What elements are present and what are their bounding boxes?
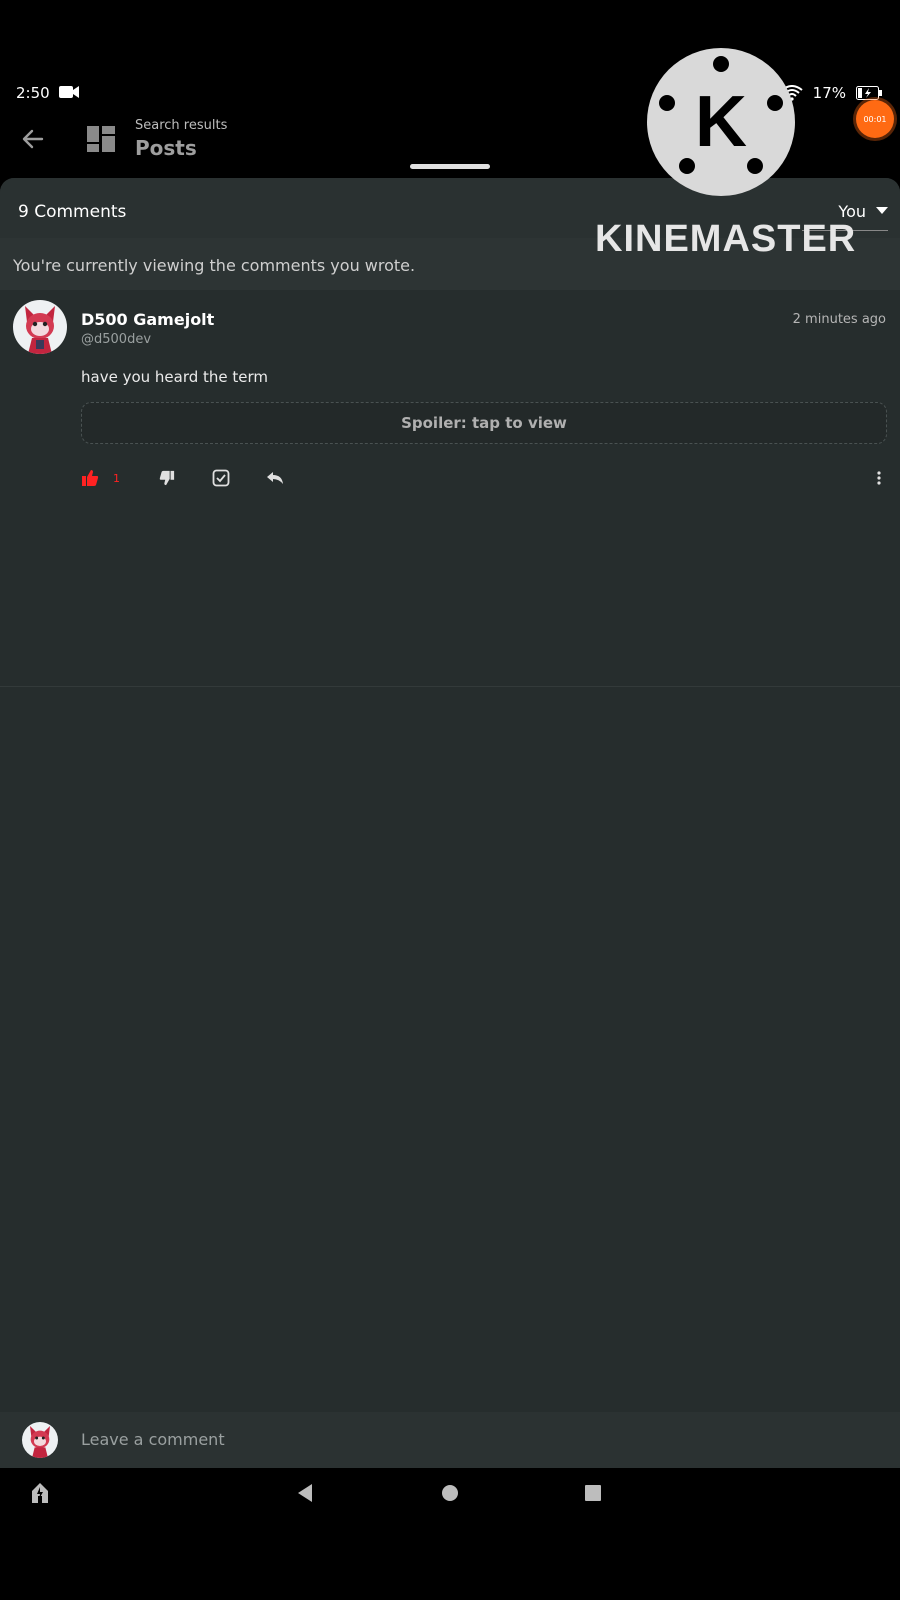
comment-item: D500 Gamejolt @d500dev 2 minutes ago hav… [0, 290, 900, 687]
kinemaster-logo: K [647, 48, 795, 196]
kinemaster-logo-letter: K [695, 82, 747, 162]
chevron-down-icon [876, 207, 888, 214]
compose-avatar-image [30, 1426, 50, 1458]
compose-avatar [22, 1422, 58, 1458]
author-name[interactable]: D500 Gamejolt [81, 310, 214, 329]
spoiler-button[interactable]: Spoiler: tap to view [81, 402, 887, 444]
gamejolt-home-button[interactable] [25, 1478, 55, 1508]
gamejolt-icon [32, 1483, 48, 1503]
reply-button[interactable] [266, 466, 284, 490]
comment-timestamp[interactable]: 2 minutes ago [793, 312, 886, 327]
page-title: Posts [135, 136, 197, 160]
sticker-icon [212, 469, 230, 487]
home-circle-icon [442, 1485, 458, 1501]
avatar-image [25, 306, 55, 354]
kinemaster-logo-mark: K [659, 56, 783, 174]
reply-icon [267, 472, 283, 484]
nav-home-button[interactable] [435, 1478, 465, 1508]
like-button[interactable]: 1 [81, 466, 120, 490]
recording-indicator[interactable]: 00:01 [856, 100, 894, 138]
breadcrumb[interactable]: Search results [135, 118, 227, 133]
sheet-drag-handle[interactable] [410, 164, 490, 169]
comments-sheet: 9 Comments You You're currently viewing … [0, 178, 900, 1468]
notice-text: You're currently viewing the comments yo… [13, 256, 416, 275]
nav-recents-button[interactable] [578, 1478, 608, 1508]
comment-text: have you heard the term [81, 368, 269, 386]
comment-count: 9 Comments [18, 202, 127, 222]
battery-icon [856, 86, 882, 100]
dashboard-icon [87, 126, 115, 152]
camera-icon [59, 86, 79, 98]
author-handle[interactable]: @d500dev [81, 332, 151, 347]
comment-compose-bar[interactable]: Leave a comment [0, 1412, 900, 1468]
back-triangle-icon [298, 1484, 312, 1502]
like-count: 1 [113, 471, 120, 485]
comment-more-button[interactable] [869, 466, 889, 490]
comment-input-placeholder[interactable]: Leave a comment [81, 1430, 225, 1449]
avatar[interactable] [13, 300, 67, 354]
recents-square-icon [585, 1485, 601, 1501]
kinemaster-text: KINEMASTER [595, 218, 857, 260]
comment-actions: 1 [81, 466, 889, 490]
back-arrow-icon[interactable] [20, 126, 46, 152]
thumbs-down-icon [159, 470, 175, 486]
nav-back-button[interactable] [290, 1478, 320, 1508]
status-time: 2:50 [16, 84, 50, 102]
add-sticker-button[interactable] [212, 466, 230, 490]
dislike-button[interactable] [159, 466, 175, 490]
thumbs-up-icon [82, 470, 99, 486]
navigation-bar [0, 1468, 900, 1518]
more-vertical-icon [877, 471, 881, 485]
kinemaster-watermark: K KINEMASTER [595, 48, 855, 270]
